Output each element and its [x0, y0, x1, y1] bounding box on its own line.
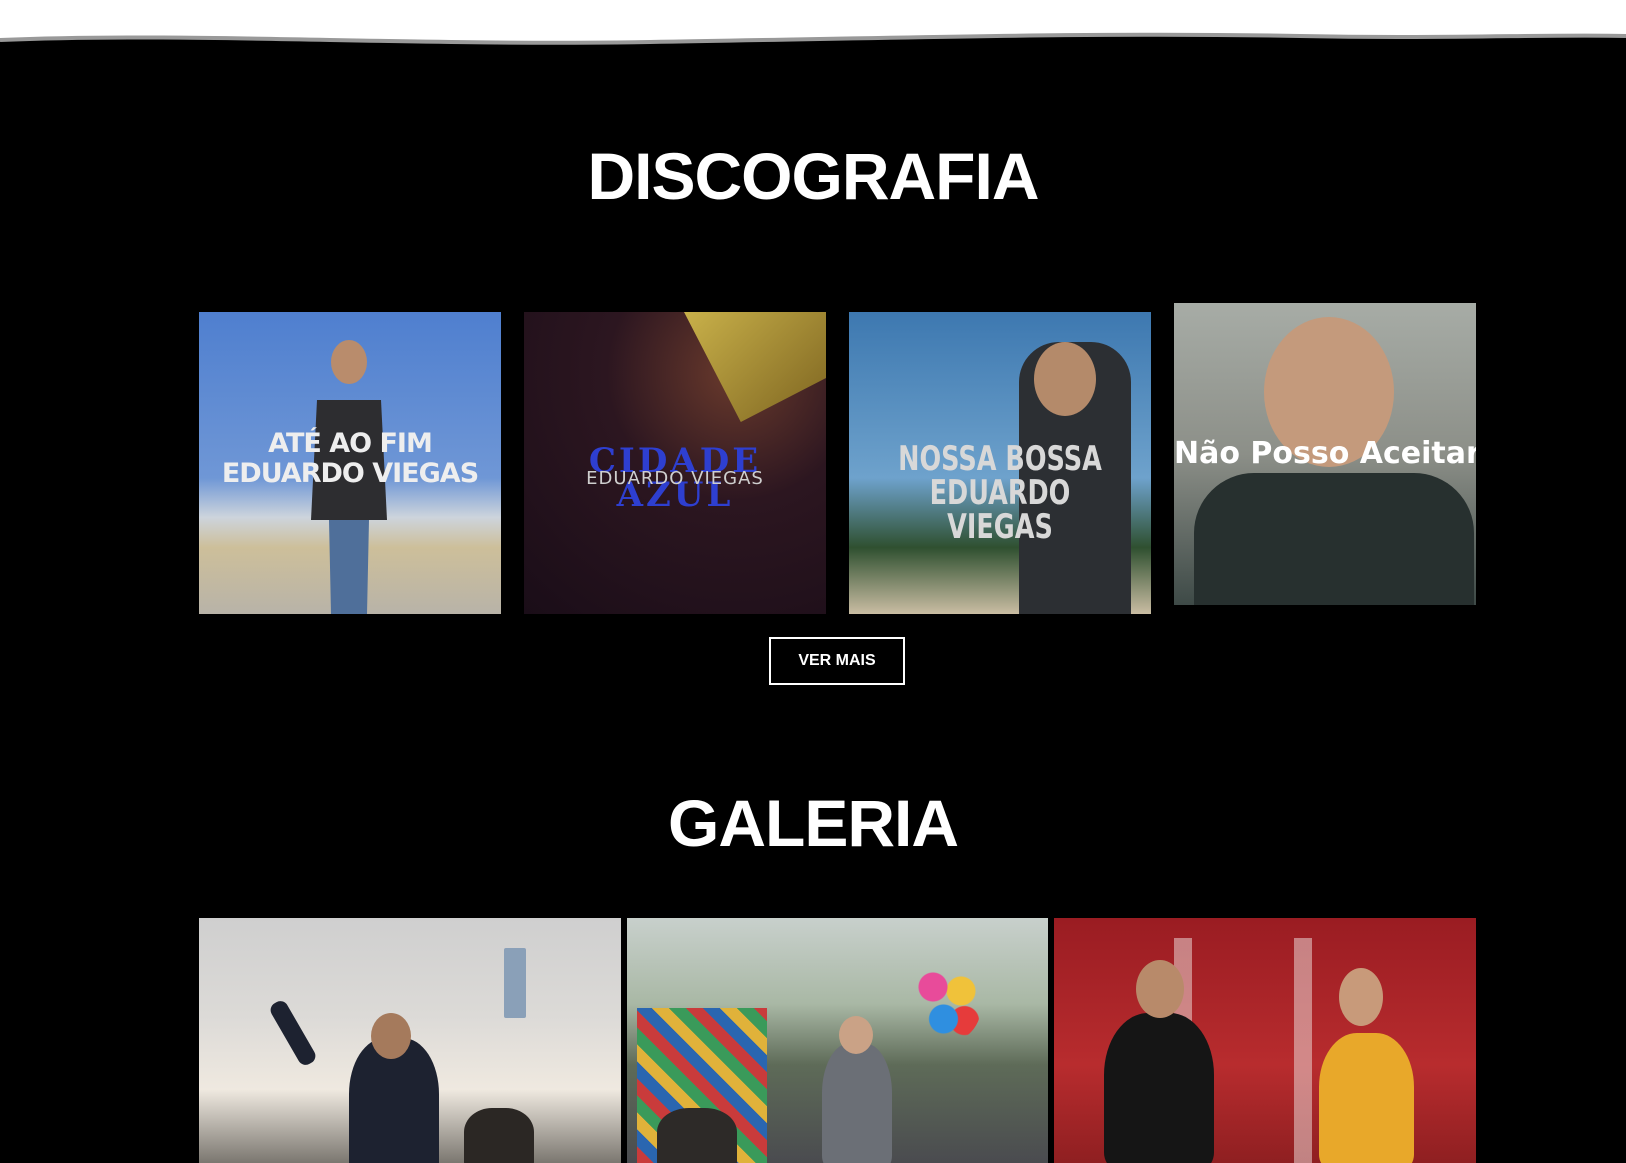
cover-title: Não Posso Aceitar: [1174, 436, 1476, 471]
singer-head: [1136, 960, 1184, 1018]
gallery-photo-1[interactable]: [199, 918, 621, 1163]
album-cover-nao-posso-aceitar[interactable]: Não Posso Aceitar: [1174, 303, 1476, 605]
cover-subtitle: EDUARDO VIEGAS: [586, 468, 764, 489]
album-cover-nossa-bossa[interactable]: NOSSA BOSSA EDUARDO VIEGAS: [849, 312, 1151, 614]
flag-icon: [504, 948, 526, 1018]
ver-mais-button[interactable]: VER MAIS: [769, 637, 905, 685]
galeria-title: GALERIA: [668, 786, 959, 860]
singer-head: [839, 1016, 873, 1054]
lamp-shape: [684, 312, 826, 422]
cover-title: NOSSA BOSSA EDUARDO VIEGAS: [898, 439, 1102, 547]
artist-head: [1034, 342, 1096, 416]
presenter-figure: [1319, 1033, 1414, 1163]
singer-figure: [1104, 1013, 1214, 1163]
artist-shirt: [1194, 473, 1474, 605]
album-cover-ate-ao-fim[interactable]: ATÉ AO FIM EDUARDO VIEGAS: [199, 312, 501, 614]
raised-arm: [267, 998, 319, 1068]
cover-title: ATÉ AO FIM EDUARDO VIEGAS: [221, 428, 479, 489]
balloons: [912, 963, 982, 1043]
album-cover-cidade-azul[interactable]: CIDADE AZUL EDUARDO VIEGAS: [524, 312, 826, 614]
wave-divider: [0, 32, 1626, 62]
discografia-title: DISCOGRAFIA: [587, 139, 1040, 213]
musician-figure: [464, 1108, 534, 1163]
singer-head: [371, 1013, 411, 1059]
guitarist-figure: [657, 1108, 737, 1163]
gallery-photo-3[interactable]: [1054, 918, 1476, 1163]
gallery-photo-2[interactable]: [627, 918, 1048, 1163]
presenter-head: [1339, 968, 1383, 1026]
singer-figure: [822, 1043, 892, 1163]
